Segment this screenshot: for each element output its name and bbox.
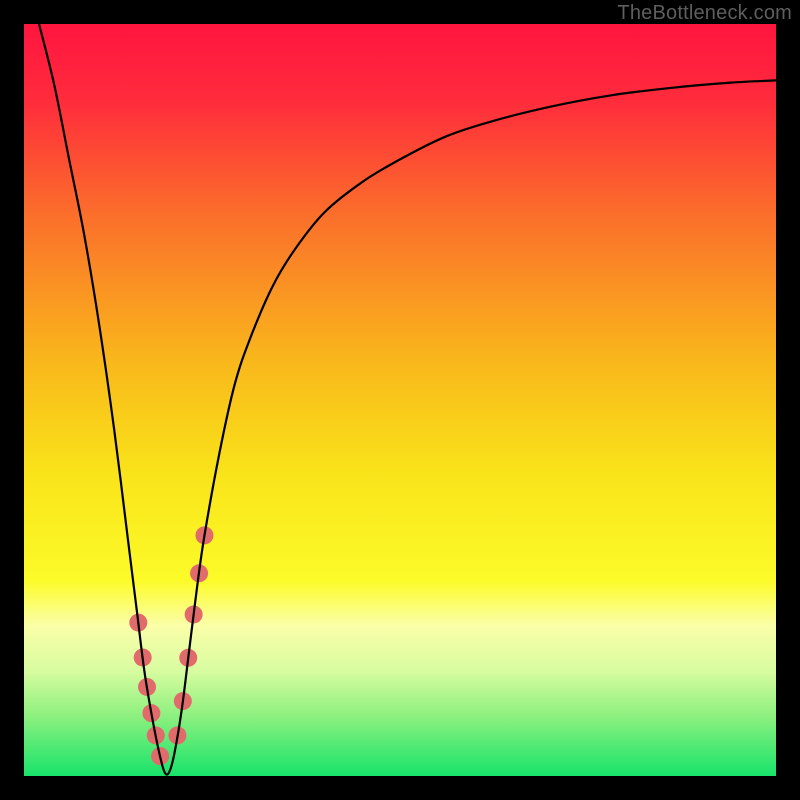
chart-svg (24, 24, 776, 776)
watermark-text: TheBottleneck.com (617, 2, 792, 25)
chart-frame: TheBottleneck.com (0, 0, 800, 800)
plot-area (24, 24, 776, 776)
